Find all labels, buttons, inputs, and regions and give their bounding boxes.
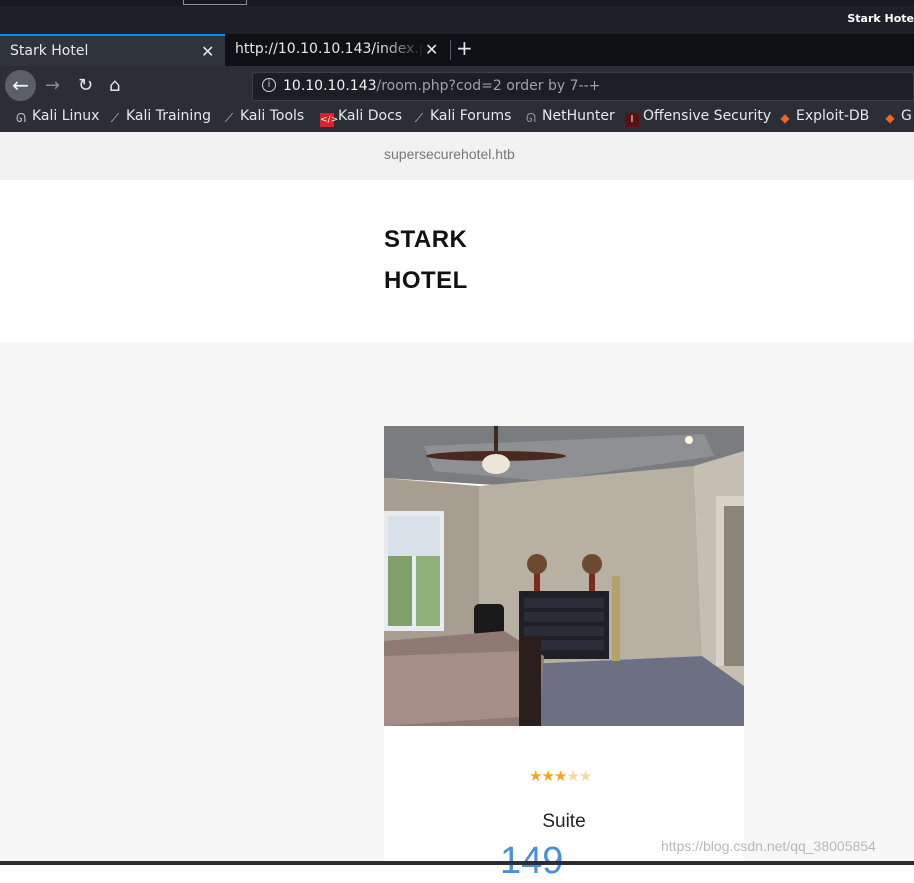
kali-dragon-icon: ⟋ (224, 111, 234, 125)
bookmark-exploit-db[interactable]: ◆ Exploit-DB (778, 108, 869, 125)
info-icon[interactable]: i (262, 78, 276, 92)
nethunter-icon: ᘏ (526, 111, 536, 125)
rating-stars: ★★★★★ (529, 767, 592, 785)
url-host: 10.10.10.143 (283, 78, 377, 94)
window-bottom-edge (0, 861, 914, 865)
site-domain: supersecurehotel.htb (384, 146, 515, 162)
new-tab-icon[interactable]: + (456, 36, 473, 60)
bookmark-label: Kali Tools (240, 108, 305, 124)
star-icon: ★ (529, 767, 542, 785)
star-icon: ★ (541, 767, 554, 785)
home-icon[interactable]: ⌂ (109, 75, 120, 96)
bookmark-label: Kali Docs (338, 108, 403, 124)
bookmark-kali-linux[interactable]: ᘏ Kali Linux (14, 108, 99, 125)
url-text[interactable]: 10.10.10.143/room.php?cod=2 order by 7--… (283, 78, 600, 94)
site-logo-line2[interactable]: HOTEL (384, 267, 468, 295)
bookmark-kali-tools[interactable]: ⟋ Kali Tools (222, 108, 304, 125)
kali-dragon-icon: ⟋ (414, 111, 424, 125)
bookmark-offensive-security[interactable]: Ⅰ Offensive Security (625, 108, 771, 127)
kali-dragon-icon: ᘏ (16, 111, 26, 125)
reload-icon[interactable]: ↻ (78, 75, 93, 96)
back-arrow-icon[interactable]: ← (5, 70, 36, 101)
taskbar-window-slot[interactable] (183, 0, 247, 5)
site-header (0, 180, 914, 342)
bookmark-kali-forums[interactable]: ⟋ Kali Forums (412, 108, 512, 125)
kali-docs-icon: </> (320, 113, 339, 127)
bookmark-label: Kali Training (126, 108, 211, 124)
room-photo (384, 426, 744, 726)
bookmark-label: Exploit-DB (796, 108, 870, 124)
window-titlebar: Stark Hote (0, 6, 914, 34)
bookmark-label: Offensive Security (643, 108, 772, 124)
bookmark-label: Kali Linux (32, 108, 100, 124)
tab-stark-hotel[interactable]: Stark Hotel ✕ (0, 34, 225, 66)
watermark: https://blog.csdn.net/qq_38005854 (661, 838, 876, 854)
bookmark-kali-docs[interactable]: </>Kali Docs (320, 108, 402, 127)
url-path: /room.php?cod=2 order by 7--+ (376, 78, 601, 94)
close-tab-icon[interactable]: ✕ (425, 40, 438, 59)
tab-fade (380, 34, 425, 64)
site-logo-line1[interactable]: STARK (384, 226, 467, 254)
bookmark-label: G (901, 108, 912, 124)
bookmark-label: NetHunter (542, 108, 615, 124)
star-icon: ★ (553, 767, 567, 785)
exploit-db-icon: ◆ (885, 111, 895, 125)
bedroom-image (384, 426, 744, 726)
room-name: Suite (542, 811, 586, 832)
star-empty-icon: ★ (578, 767, 592, 785)
kali-dragon-icon: ⟋ (110, 111, 120, 125)
star-empty-icon: ★ (566, 767, 579, 785)
tab-index[interactable]: http://10.10.10.143/index.php ✕ (225, 34, 447, 66)
offsec-icon: Ⅰ (625, 113, 639, 127)
window-title: Stark Hote (847, 12, 914, 25)
close-tab-icon[interactable]: ✕ (201, 42, 214, 61)
tab-separator (450, 40, 451, 60)
bookmark-nethunter[interactable]: ᘏ NetHunter (524, 108, 615, 125)
tab-label: Stark Hotel (10, 43, 89, 59)
exploit-db-icon: ◆ (780, 111, 790, 125)
bookmark-label: Kali Forums (430, 108, 512, 124)
forward-arrow-icon[interactable]: → (45, 75, 60, 96)
bookmark-kali-training[interactable]: ⟋ Kali Training (108, 108, 211, 125)
bookmark-g[interactable]: ◆ G (883, 108, 912, 125)
